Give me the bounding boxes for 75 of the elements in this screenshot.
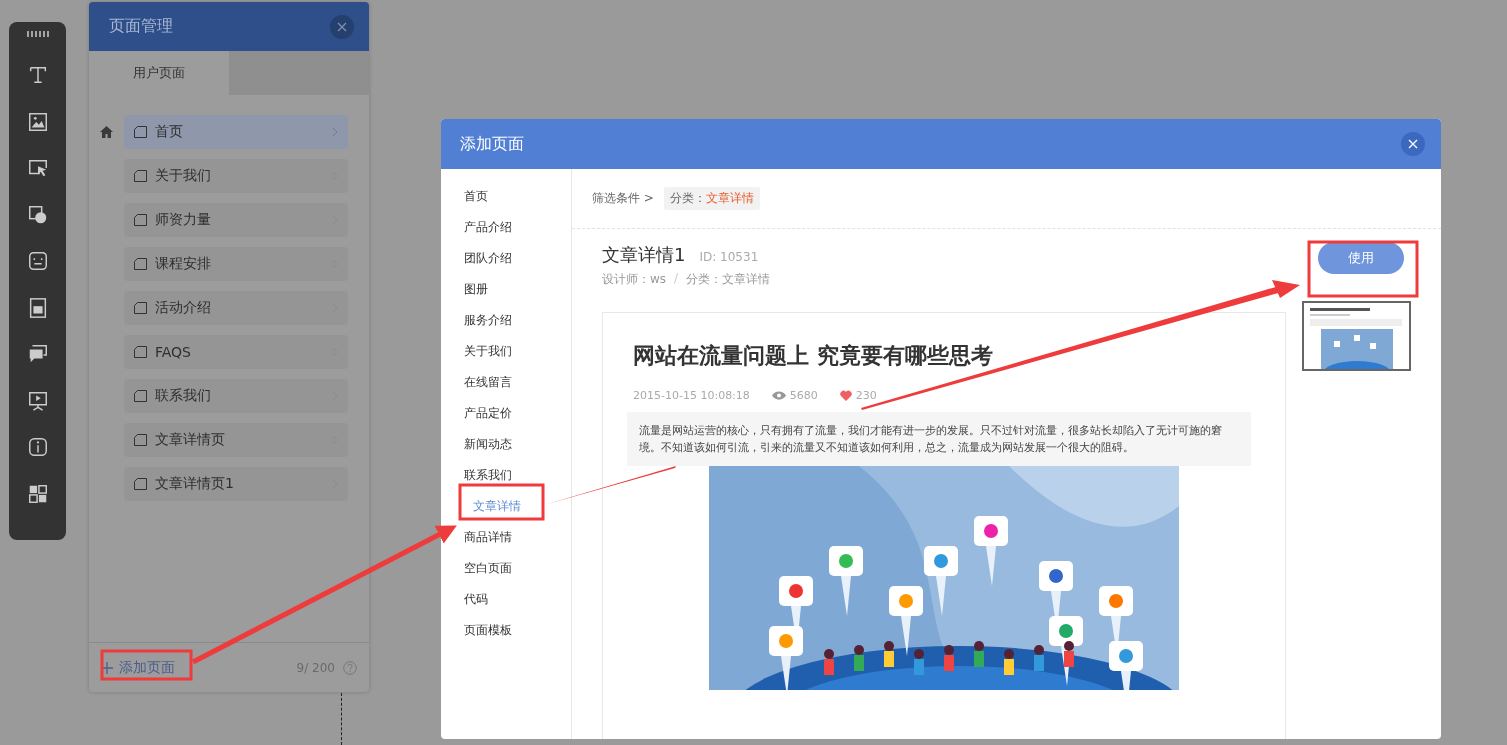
page-label: 首页 (155, 123, 184, 141)
close-icon (1408, 139, 1418, 149)
page-item[interactable]: 文章详情页 (124, 423, 348, 457)
category-item[interactable]: 服务介绍 (441, 311, 571, 342)
article-date: 2015-10-15 10:08:18 (633, 389, 750, 402)
eye-icon (771, 391, 786, 400)
view-count: 5680 (789, 389, 818, 402)
like-count: 230 (855, 389, 877, 402)
page-item[interactable]: 文章详情页1 (124, 467, 348, 501)
category-item[interactable]: 代码 (441, 590, 571, 621)
category-item[interactable]: 联系我们 (441, 466, 571, 497)
category-item[interactable]: 产品介绍 (441, 218, 571, 249)
page-item[interactable]: 首页 (124, 115, 348, 149)
tag-value: 文章详情 (705, 190, 754, 207)
page-item[interactable]: 活动介绍 (124, 291, 348, 325)
add-page-label: 添加页面 (119, 658, 175, 677)
page-item[interactable]: 课程安排 (124, 247, 348, 281)
page-label: 文章详情页 (155, 431, 226, 449)
presentation-icon (26, 389, 49, 412)
page-icon (134, 302, 147, 314)
category-item[interactable]: 图册 (441, 280, 571, 311)
category-item[interactable]: 首页 (441, 187, 571, 218)
page-icon (134, 346, 147, 358)
page-icon (134, 434, 147, 446)
page-icon (134, 214, 147, 226)
page-icon (134, 258, 147, 270)
page-label: 联系我们 (155, 387, 212, 405)
category-item[interactable]: 团队介绍 (441, 249, 571, 280)
category-item[interactable]: 产品定价 (441, 404, 571, 435)
designer-text: 设计师：ws (602, 271, 667, 288)
category-item[interactable]: 新闻动态 (441, 435, 571, 466)
page-item[interactable]: 关于我们 (124, 159, 348, 193)
page-item[interactable]: FAQS (124, 335, 348, 369)
info-icon (26, 436, 49, 459)
article-title: 网站在流量问题上 究竟要有哪些思考 (633, 342, 994, 370)
category-item[interactable]: 在线留言 (441, 373, 571, 404)
filter-label: 筛选条件 > (592, 190, 654, 207)
page-icon (134, 478, 147, 490)
filter-tag[interactable]: 分类：文章详情 (663, 187, 760, 210)
category-text: 分类：文章详情 (686, 271, 771, 288)
page-label: 课程安排 (155, 255, 212, 273)
category-item[interactable]: 文章详情 (441, 497, 571, 528)
category-item[interactable]: 空白页面 (441, 559, 571, 590)
apps-icon (26, 482, 49, 505)
page-label: 师资力量 (155, 211, 212, 229)
page-label: 活动介绍 (155, 299, 212, 317)
page-label: 文章详情页1 (155, 475, 235, 493)
panel-title: 页面管理 (109, 16, 173, 37)
page-icon (134, 126, 147, 138)
page-label: FAQS (155, 344, 192, 360)
chart-icon (26, 203, 49, 226)
page-icon (134, 170, 147, 182)
dialog-title: 添加页面 (460, 133, 524, 155)
page-label: 关于我们 (155, 167, 212, 185)
template-name: 文章详情1 (602, 243, 686, 267)
category-item[interactable]: 商品详情 (441, 528, 571, 559)
page-item[interactable]: 师资力量 (124, 203, 348, 237)
chevron-right-icon (332, 127, 338, 137)
category-item[interactable]: 关于我们 (441, 342, 571, 373)
template-id: ID: 10531 (699, 250, 759, 264)
separator: / (674, 271, 679, 287)
plus-icon (101, 661, 113, 674)
page-icon (134, 390, 147, 402)
close-button[interactable] (1401, 132, 1425, 156)
tab[interactable]: 用户页面 (89, 51, 229, 95)
close-icon (337, 21, 347, 32)
image-icon (26, 110, 49, 133)
page-item[interactable]: 联系我们 (124, 379, 348, 413)
category-item[interactable]: 页面模板 (441, 621, 571, 652)
article-summary: 流量是网站运营的核心，只有拥有了流量，我们才能有进一步的发展。只不过针对流量，很多站长却陷入了无计可施的窘境。不知道该如何引流，引来的流量又不知道该如何利用，总之，流量成为网站发展一个很大的阻碍。 (627, 412, 1251, 466)
tag-key: 分类： (669, 190, 706, 207)
grip-icon (25, 30, 50, 38)
heart-icon (839, 390, 852, 401)
close-button[interactable] (330, 14, 354, 39)
face-icon (26, 250, 49, 273)
